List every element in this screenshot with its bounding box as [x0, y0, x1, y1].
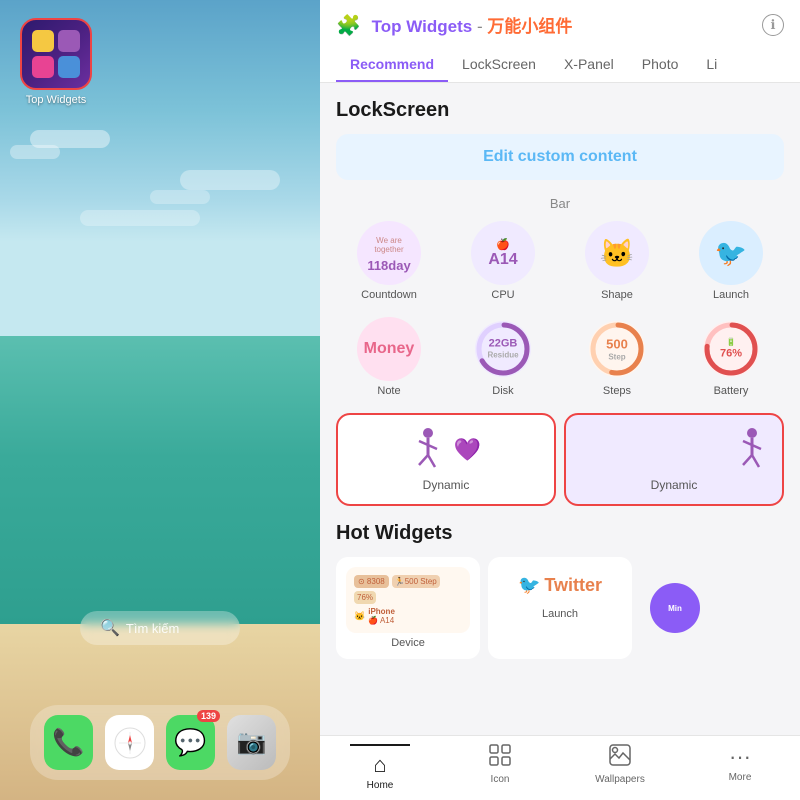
icon-square-yellow: [32, 30, 54, 52]
battery-ring-container: 🔋 76%: [699, 317, 763, 381]
bottom-nav-home[interactable]: ⌂ Home: [350, 744, 410, 788]
app-icon-container[interactable]: Top Widgets: [20, 18, 92, 106]
widget-row-2: Money Note 22GB Residue Disk: [336, 317, 784, 397]
steps-ring-container: 500 Step: [585, 317, 649, 381]
tab-recommend[interactable]: Recommend: [336, 48, 448, 82]
disk-ring-container: 22GB Residue: [471, 317, 535, 381]
search-text: Tìm kiếm: [126, 621, 179, 636]
app-icon-label: Top Widgets: [26, 94, 87, 106]
top-widgets-app-icon[interactable]: [20, 18, 92, 90]
hot-widgets-row: ⊙ 8308 🏃500 Step 76% 🐱 iPhone 🍎 A14: [336, 557, 784, 659]
widget-disk[interactable]: 22GB Residue Disk: [450, 317, 556, 397]
cpu-circle: 🍎 A14: [471, 221, 535, 285]
hot-launch-item[interactable]: 🐦 Twitter Launch: [488, 557, 632, 659]
widget-steps[interactable]: 500 Step Steps: [564, 317, 670, 397]
home-icon: ⌂: [373, 752, 386, 778]
hot-min-item[interactable]: Min: [650, 583, 700, 633]
countdown-label: Countdown: [361, 289, 417, 301]
right-panel: 🧩 Top Widgets - 万能小组件 ℹ Recommend LockSc…: [320, 0, 800, 800]
dock: 📞 💬 139 📷: [30, 705, 290, 780]
shape-circle: 🐱: [585, 221, 649, 285]
more-nav-label: More: [729, 772, 752, 783]
dynamic-label-left: Dynamic: [423, 478, 470, 492]
tab-li[interactable]: Li: [692, 48, 731, 82]
widget-cpu[interactable]: 🍎 A14 CPU: [450, 221, 556, 301]
widget-launch[interactable]: 🐦 Launch: [678, 221, 784, 301]
widget-row-1: We aretogether 118day Countdown 🍎 A14 CP…: [336, 221, 784, 301]
widget-countdown[interactable]: We aretogether 118day Countdown: [336, 221, 442, 301]
bottom-nav-icon[interactable]: Icon: [470, 744, 530, 788]
dynamic-label-right: Dynamic: [651, 478, 698, 492]
wallpapers-nav-label: Wallpapers: [595, 774, 645, 785]
bar-label: Bar: [336, 196, 784, 211]
search-icon: 🔍: [100, 618, 120, 638]
dock-messages-icon[interactable]: 💬 139: [166, 715, 215, 770]
nav-tabs: Recommend LockScreen X-Panel Photo Li: [336, 48, 784, 82]
note-circle: Money: [357, 317, 421, 381]
icon-nav-label: Icon: [491, 774, 510, 785]
section-lockscreen-title: LockScreen: [336, 99, 784, 122]
info-icon[interactable]: ℹ: [762, 14, 784, 36]
note-label: Note: [377, 385, 400, 397]
icon-square-purple: [58, 30, 80, 52]
disk-label: Disk: [492, 385, 513, 397]
wallpapers-icon: [609, 744, 631, 772]
icon-square-pink: [32, 56, 54, 78]
device-widget-preview: ⊙ 8308 🏃500 Step 76% 🐱 iPhone 🍎 A14: [346, 567, 470, 633]
tab-photo[interactable]: Photo: [628, 48, 693, 82]
bottom-nav: ⌂ Home Icon Wallpap: [320, 735, 800, 800]
more-icon: ···: [729, 744, 751, 770]
dynamic-row: 💜 Dynamic Dynamic: [336, 413, 784, 506]
min-widget-preview: Min: [668, 604, 682, 613]
dynamic-item-left[interactable]: 💜 Dynamic: [336, 413, 556, 506]
launch-circle: 🐦: [699, 221, 763, 285]
dynamic-inner-left: 💜: [350, 427, 542, 472]
home-nav-label: Home: [367, 780, 394, 791]
left-phone-panel: Top Widgets 🔍 Tìm kiếm 📞 💬 139 📷: [0, 0, 320, 800]
cpu-label: CPU: [491, 289, 514, 301]
steps-label: Steps: [603, 385, 631, 397]
widget-note[interactable]: Money Note: [336, 317, 442, 397]
bottom-nav-more[interactable]: ··· More: [710, 744, 770, 788]
dock-phone-icon[interactable]: 📞: [44, 715, 93, 770]
widget-shape[interactable]: 🐱 Shape: [564, 221, 670, 301]
messages-badge: 139: [197, 710, 220, 722]
search-bar[interactable]: 🔍 Tìm kiếm: [80, 611, 240, 645]
launch-label: Launch: [713, 289, 749, 301]
right-content: LockScreen Edit custom content Bar We ar…: [320, 83, 800, 735]
tab-lockscreen[interactable]: LockScreen: [448, 48, 550, 82]
icon-nav-icon: [489, 744, 511, 772]
hot-device-item[interactable]: ⊙ 8308 🏃500 Step 76% 🐱 iPhone 🍎 A14: [336, 557, 480, 659]
right-header: 🧩 Top Widgets - 万能小组件 ℹ Recommend LockSc…: [320, 0, 800, 83]
countdown-circle: We aretogether 118day: [357, 221, 421, 285]
twitter-widget-preview: 🐦 Twitter: [498, 567, 622, 604]
hot-widgets-section: Hot Widgets ⊙ 8308 🏃500 Step 76% 🐱: [336, 522, 784, 659]
app-subtitle-text: 万能小组件: [487, 17, 572, 36]
shape-label: Shape: [601, 289, 633, 301]
hot-widgets-title: Hot Widgets: [336, 522, 784, 545]
dock-safari-icon[interactable]: [105, 715, 154, 770]
edit-custom-content-button[interactable]: Edit custom content: [336, 134, 784, 180]
sea-background: [0, 336, 320, 640]
app-title: 🧩 Top Widgets - 万能小组件: [336, 12, 572, 38]
battery-label: Battery: [714, 385, 749, 397]
tab-xpanel[interactable]: X-Panel: [550, 48, 628, 82]
title-row: 🧩 Top Widgets - 万能小组件 ℹ: [336, 12, 784, 38]
app-title-text: Top Widgets: [372, 17, 473, 36]
launch-hot-label: Launch: [542, 608, 578, 620]
dynamic-item-right[interactable]: Dynamic: [564, 413, 784, 506]
device-label: Device: [391, 637, 425, 649]
dock-camera-icon[interactable]: 📷: [227, 715, 276, 770]
bottom-nav-wallpapers[interactable]: Wallpapers: [590, 744, 650, 788]
widget-battery[interactable]: 🔋 76% Battery: [678, 317, 784, 397]
dynamic-inner-right: [578, 427, 770, 472]
icon-square-blue: [58, 56, 80, 78]
